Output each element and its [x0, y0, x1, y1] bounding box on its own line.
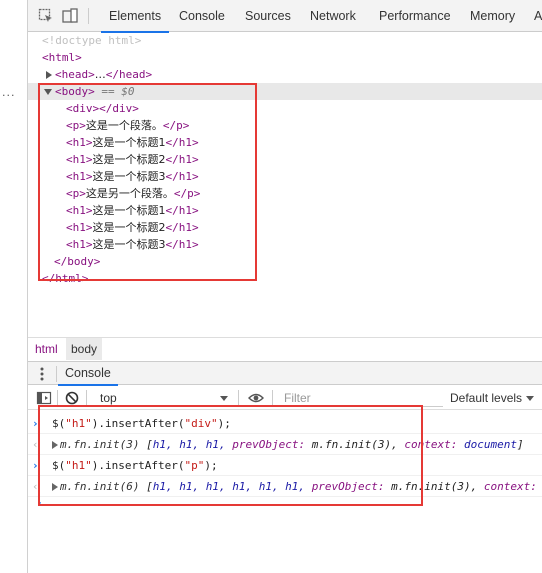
console-messages: › $("h1").insertAfter("div"); ‹ m.fn.ini…: [28, 405, 542, 573]
devtools-tab-bar: Elements Console Sources Network Perform…: [28, 0, 542, 33]
chevron-down-icon: [526, 396, 535, 401]
tab-performance[interactable]: Performance: [379, 0, 451, 32]
device-toolbar-icon[interactable]: [62, 8, 78, 24]
tab-memory[interactable]: Memory: [470, 0, 515, 32]
doctype-text: <!doctype html>: [42, 34, 142, 47]
head-node[interactable]: <head>…</head>: [46, 66, 152, 83]
html-node[interactable]: <html>: [42, 49, 82, 66]
drawer-separator: [56, 366, 57, 382]
tab-overflow[interactable]: A: [534, 0, 542, 32]
toolbar-separator: [57, 390, 58, 406]
drawer-tab-bar: Console: [28, 361, 542, 386]
tab-console[interactable]: Console: [179, 0, 225, 32]
inspect-element-icon[interactable]: [38, 8, 54, 24]
drawer-menu-icon[interactable]: [40, 367, 44, 381]
log-levels-dropdown[interactable]: Default levels: [450, 389, 536, 407]
context-value: top: [100, 391, 117, 405]
elements-tree: ... <!doctype html> <html> <head>…</head…: [2, 32, 542, 282]
drawer-tab-console[interactable]: Console: [58, 362, 118, 386]
row-options-icon[interactable]: ...: [2, 86, 16, 99]
expand-triangle-icon[interactable]: [46, 71, 52, 79]
toolbar-separator: [238, 390, 239, 406]
clear-console-icon[interactable]: [64, 390, 80, 406]
breadcrumb: html body: [28, 337, 542, 360]
toolbar-separator: [272, 390, 273, 406]
chevron-down-icon: [220, 396, 228, 401]
head-open-tag: <head>: [55, 68, 95, 81]
head-close-tag: </head>: [105, 68, 153, 81]
tab-separator: [88, 8, 89, 24]
show-sidebar-icon[interactable]: [36, 390, 52, 406]
doctype-node[interactable]: <!doctype html>: [42, 32, 141, 49]
live-expression-eye-icon[interactable]: [248, 390, 264, 406]
tab-elements[interactable]: Elements: [100, 0, 170, 33]
html-open-tag: <html>: [42, 51, 82, 64]
tab-sources[interactable]: Sources: [245, 0, 291, 32]
toolbar-separator: [86, 390, 87, 406]
head-collapsed-ellipsis: …: [94, 68, 106, 81]
breadcrumb-html[interactable]: html: [30, 338, 63, 360]
log-levels-label: Default levels: [450, 391, 523, 405]
tab-network[interactable]: Network: [310, 0, 356, 32]
devtools-panel: Elements Console Sources Network Perform…: [2, 0, 542, 573]
highlight-box: [38, 405, 423, 506]
breadcrumb-body[interactable]: body: [66, 338, 103, 360]
highlight-box: [38, 83, 257, 281]
